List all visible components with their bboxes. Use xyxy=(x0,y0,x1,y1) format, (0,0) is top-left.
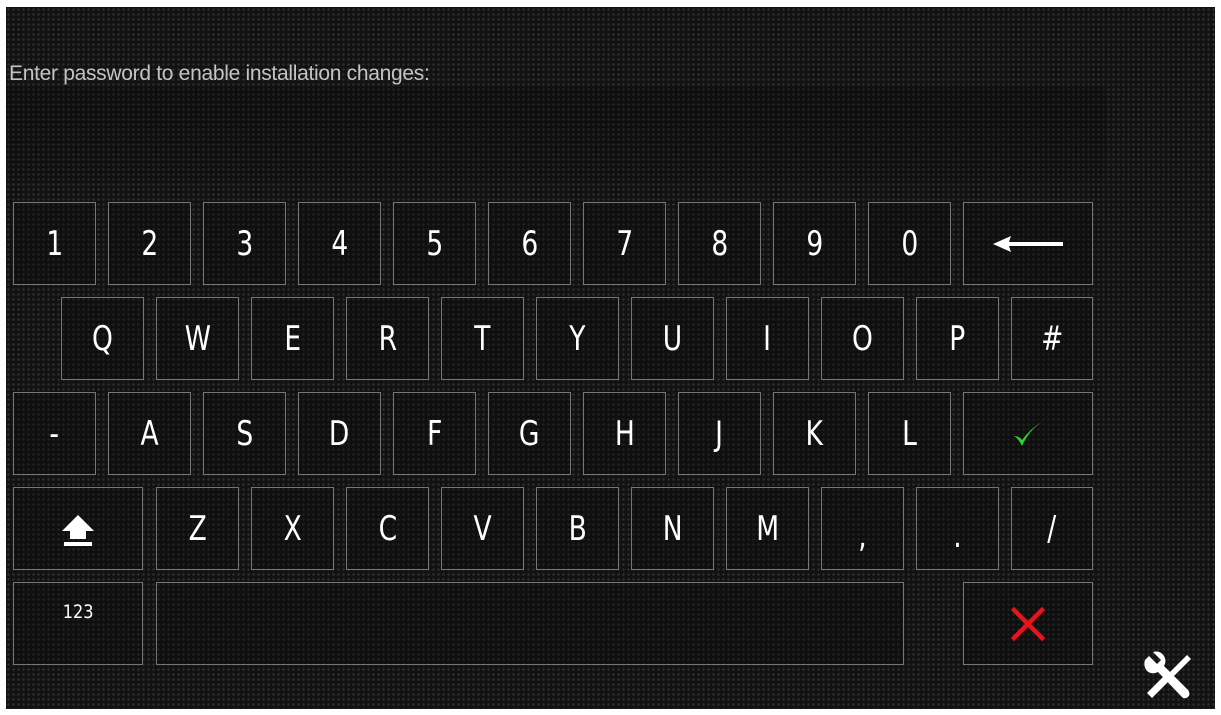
key-label: C xyxy=(378,508,397,549)
key-1[interactable]: 1 xyxy=(13,202,96,285)
key-p[interactable]: P xyxy=(916,297,999,380)
key-label: B xyxy=(568,508,587,549)
key-label: 6 xyxy=(521,223,538,264)
key-dash[interactable]: - xyxy=(13,392,96,475)
numbers-toggle-key[interactable]: 123 xyxy=(13,582,143,665)
key-w[interactable]: W xyxy=(156,297,239,380)
key-label: D xyxy=(329,413,350,454)
cancel-key[interactable] xyxy=(963,582,1093,665)
key-label: 3 xyxy=(236,223,253,264)
key-label: J xyxy=(715,413,724,454)
key-l[interactable]: L xyxy=(868,392,951,475)
key-2[interactable]: 2 xyxy=(108,202,191,285)
key-4[interactable]: 4 xyxy=(298,202,381,285)
key-label: N xyxy=(662,508,683,549)
backspace-key[interactable] xyxy=(963,202,1093,285)
key-label: L xyxy=(902,413,917,454)
key-slash[interactable]: / xyxy=(1011,487,1093,570)
key-label: 4 xyxy=(331,223,348,264)
key-label: T xyxy=(474,318,491,359)
key-b[interactable]: B xyxy=(536,487,619,570)
key-label: 0 xyxy=(901,223,918,264)
key-label: Y xyxy=(569,318,586,359)
key-label: 1 xyxy=(46,223,63,264)
key-0[interactable]: 0 xyxy=(868,202,951,285)
space-key[interactable] xyxy=(156,582,904,665)
password-field[interactable] xyxy=(6,87,1106,182)
key-e[interactable]: E xyxy=(251,297,334,380)
key-label: - xyxy=(49,413,60,454)
password-screen: Enter password to enable installation ch… xyxy=(6,7,1215,709)
key-hash[interactable]: # xyxy=(1011,297,1093,380)
key-label: V xyxy=(473,508,492,549)
key-comma[interactable]: , xyxy=(821,487,904,570)
key-label: 7 xyxy=(616,223,633,264)
key-t[interactable]: T xyxy=(441,297,524,380)
key-label: G xyxy=(519,413,540,454)
key-label: X xyxy=(283,508,302,549)
key-label: / xyxy=(1047,508,1057,549)
key-j[interactable]: J xyxy=(678,392,761,475)
key-c[interactable]: C xyxy=(346,487,429,570)
key-label: 9 xyxy=(806,223,823,264)
key-8[interactable]: 8 xyxy=(678,202,761,285)
key-v[interactable]: V xyxy=(441,487,524,570)
password-prompt: Enter password to enable installation ch… xyxy=(9,62,430,85)
key-label: 5 xyxy=(426,223,443,264)
key-label: 123 xyxy=(62,601,94,623)
key-k[interactable]: K xyxy=(773,392,856,475)
key-6[interactable]: 6 xyxy=(488,202,571,285)
key-7[interactable]: 7 xyxy=(583,202,666,285)
shift-key[interactable] xyxy=(13,487,143,570)
key-u[interactable]: U xyxy=(631,297,714,380)
key-m[interactable]: M xyxy=(726,487,809,570)
key-z[interactable]: Z xyxy=(156,487,239,570)
confirm-key[interactable] xyxy=(963,392,1093,475)
key-h[interactable]: H xyxy=(583,392,666,475)
wrench-screwdriver-icon[interactable] xyxy=(1144,651,1194,701)
key-label: , xyxy=(858,515,867,556)
key-3[interactable]: 3 xyxy=(203,202,286,285)
key-label: Z xyxy=(188,508,207,549)
key-label: K xyxy=(805,413,824,454)
key-label: M xyxy=(756,508,779,549)
key-s[interactable]: S xyxy=(203,392,286,475)
key-q[interactable]: Q xyxy=(61,297,144,380)
key-label: E xyxy=(284,318,301,359)
key-5[interactable]: 5 xyxy=(393,202,476,285)
key-period[interactable]: . xyxy=(916,487,999,570)
key-r[interactable]: R xyxy=(346,297,429,380)
key-g[interactable]: G xyxy=(488,392,571,475)
key-x[interactable]: X xyxy=(251,487,334,570)
key-f[interactable]: F xyxy=(393,392,476,475)
key-label: O xyxy=(852,318,873,359)
key-label: . xyxy=(953,515,962,556)
key-i[interactable]: I xyxy=(726,297,809,380)
key-o[interactable]: O xyxy=(821,297,904,380)
key-d[interactable]: D xyxy=(298,392,381,475)
key-label: W xyxy=(184,318,211,359)
key-n[interactable]: N xyxy=(631,487,714,570)
key-label: A xyxy=(140,413,159,454)
key-label: S xyxy=(236,413,253,454)
key-label: # xyxy=(1040,318,1064,359)
key-label: P xyxy=(949,318,966,359)
key-9[interactable]: 9 xyxy=(773,202,856,285)
key-label: I xyxy=(763,318,772,359)
key-label: Q xyxy=(92,318,113,359)
key-label: F xyxy=(426,413,443,454)
key-a[interactable]: A xyxy=(108,392,191,475)
shift-arrow-icon xyxy=(62,514,94,546)
key-label: 2 xyxy=(141,223,158,264)
key-label: 8 xyxy=(711,223,728,264)
left-arrow-icon xyxy=(993,235,1063,252)
x-icon xyxy=(1011,606,1045,641)
key-label: R xyxy=(378,318,397,359)
key-label: H xyxy=(614,413,635,454)
checkmark-icon xyxy=(1014,420,1043,446)
key-label: U xyxy=(662,318,683,359)
key-y[interactable]: Y xyxy=(536,297,619,380)
